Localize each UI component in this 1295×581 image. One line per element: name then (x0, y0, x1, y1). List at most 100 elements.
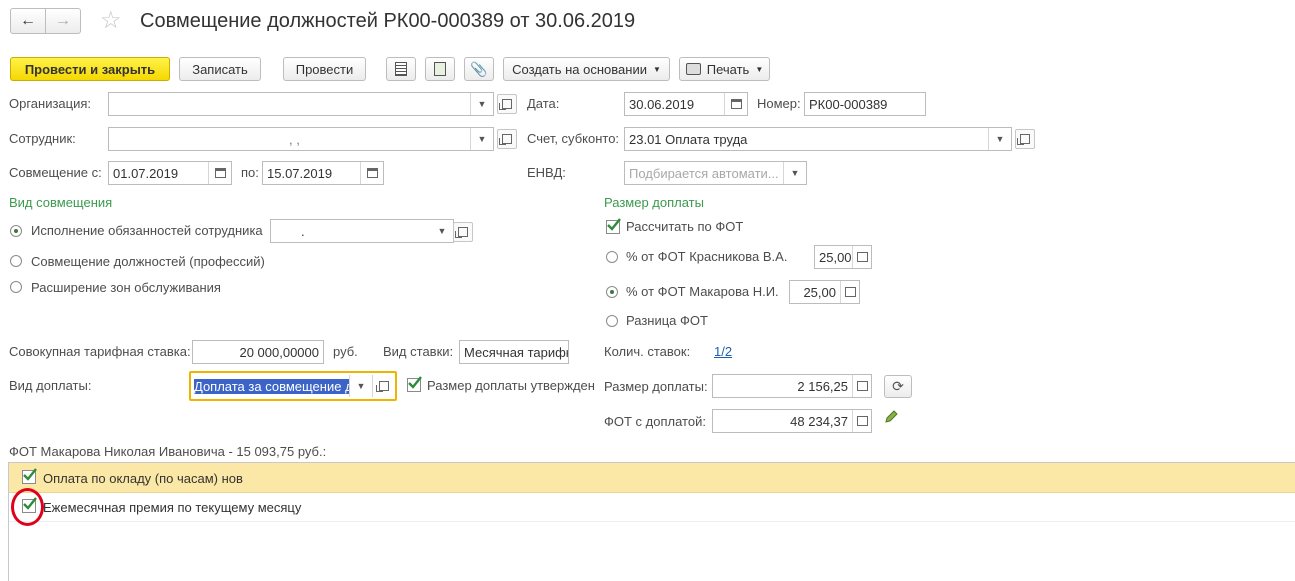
account-label: Счет, субконто: (527, 131, 620, 146)
number-label: Номер: (757, 96, 801, 111)
open-account-button[interactable] (1015, 129, 1035, 149)
pay-radio-1[interactable] (606, 286, 618, 298)
forward-button[interactable]: → (45, 8, 81, 34)
open-form-icon[interactable] (372, 375, 395, 397)
fot-with-field[interactable]: 48 234,37 (712, 409, 872, 433)
currency-label: руб. (333, 344, 358, 359)
row-label: Ежемесячная премия по текущему месяцу (43, 500, 302, 515)
surcharge-kind-selected-text: Доплата за совмещение д (194, 378, 349, 394)
dropdown-arrow-icon[interactable]: ▼ (431, 220, 453, 242)
calendar-icon[interactable] (208, 162, 231, 184)
calendar-icon[interactable] (360, 162, 383, 184)
calendar-icon[interactable] (724, 93, 747, 115)
count-link[interactable]: 1/2 (714, 344, 732, 360)
dropdown-arrow-icon[interactable]: ▼ (783, 162, 806, 184)
surcharge-kind-field[interactable]: Доплата за совмещение д ▼ (189, 371, 397, 401)
dropdown-arrow-icon[interactable]: ▼ (349, 375, 372, 397)
calculator-icon[interactable] (852, 375, 871, 397)
calculator-icon[interactable] (852, 246, 871, 268)
pay-radio-2[interactable] (606, 315, 618, 327)
total-rate-field[interactable]: 20 000,00000 (192, 340, 324, 364)
date-label: Дата: (527, 96, 560, 111)
document-structure-icon (434, 62, 446, 76)
printer-icon (685, 63, 701, 75)
kind-employee-field[interactable]: . ▼ (270, 219, 454, 243)
pay-option3-label: Разница ФОТ (626, 313, 708, 328)
approved-label: Размер доплаты утвержден (427, 378, 595, 393)
fot-list-table: Оплата по окладу (по часам) нов Ежемесяч… (8, 462, 1295, 581)
dropdown-arrow-icon[interactable]: ▼ (988, 128, 1011, 150)
rate-kind-field: Месячная тарифн (459, 340, 569, 364)
dropdown-arrow-icon[interactable]: ▼ (470, 128, 493, 150)
kind-radio-1[interactable] (10, 255, 22, 267)
post-button[interactable]: Провести (283, 57, 366, 81)
count-label: Колич. ставок: (604, 344, 691, 359)
fot-with-label: ФОТ с доплатой: (604, 414, 706, 429)
post-and-close-button[interactable]: Провести и закрыть (10, 57, 170, 81)
favorite-star-icon[interactable]: ☆ (100, 7, 122, 35)
surcharge-amount-label: Размер доплаты: (604, 379, 708, 394)
pay-option1-field[interactable]: 25,00 (814, 245, 872, 269)
employee-field[interactable]: , , ▼ (108, 127, 494, 151)
recalculate-button[interactable]: ⟳ (884, 375, 912, 398)
kind-radio-0[interactable] (10, 225, 22, 237)
print-button[interactable]: Печать ▼ (679, 57, 770, 81)
checkmark-icon (23, 468, 37, 481)
arrow-left-icon: ← (20, 12, 36, 29)
pay-option2-field[interactable]: 25,00 (789, 280, 860, 304)
account-field[interactable]: 23.01 Оплата труда ▼ (624, 127, 1012, 151)
calculator-icon[interactable] (840, 281, 859, 303)
row-label: Оплата по окладу (по часам) нов (43, 471, 243, 486)
refresh-icon: ⟳ (892, 378, 904, 394)
approved-checkbox[interactable] (407, 376, 422, 392)
organization-label: Организация: (9, 96, 92, 111)
calc-by-fot-label: Рассчитать по ФОТ (626, 219, 744, 234)
combine-from-label: Совмещение с: (9, 165, 102, 180)
back-button[interactable]: ← (10, 8, 46, 34)
calc-by-fot-checkbox[interactable] (606, 218, 621, 234)
open-form-icon (499, 134, 512, 145)
arrow-right-icon: → (55, 12, 71, 29)
annotation-circle (11, 488, 44, 526)
create-based-on-button[interactable]: Создать на основании ▼ (503, 57, 670, 81)
pay-option2-label: % от ФОТ Макарова Н.И. (626, 284, 779, 299)
date-field[interactable]: 30.06.2019 (624, 92, 748, 116)
kind-option-label: Совмещение должностей (профессий) (31, 254, 265, 269)
row-checkbox[interactable] (22, 468, 37, 484)
pay-radio-0[interactable] (606, 251, 618, 263)
calculator-icon[interactable] (852, 410, 871, 432)
dropdown-arrow-icon: ▼ (652, 64, 661, 74)
kind-option-label: Расширение зон обслуживания (31, 280, 221, 295)
combine-from-field[interactable]: 01.07.2019 (108, 161, 232, 185)
open-employee-button[interactable] (497, 129, 517, 149)
open-kind-employee-button[interactable] (453, 222, 473, 242)
total-rate-label: Совокупная тарифная ставка: (9, 344, 191, 359)
save-button[interactable]: Записать (179, 57, 261, 81)
pencil-edit-icon[interactable] (883, 409, 899, 428)
open-form-icon (1017, 134, 1030, 145)
surcharge-amount-field[interactable]: 2 156,25 (712, 374, 872, 398)
dropdown-arrow-icon[interactable]: ▼ (470, 93, 493, 115)
attach-button[interactable]: 📎 (464, 57, 494, 81)
number-field[interactable]: РК00-000389 (804, 92, 926, 116)
structure-button[interactable] (425, 57, 455, 81)
open-organization-button[interactable] (497, 94, 517, 114)
document-list-icon (395, 62, 407, 76)
envd-label: ЕНВД: (527, 165, 566, 180)
pay-section-title: Размер доплаты (604, 195, 704, 210)
table-row[interactable]: Ежемесячная премия по текущему месяцу (9, 492, 1295, 522)
kind-radio-2[interactable] (10, 281, 22, 293)
rate-kind-label: Вид ставки: (383, 344, 454, 359)
combine-to-label: по: (241, 165, 259, 180)
organization-field[interactable]: ▼ (108, 92, 494, 116)
checkmark-icon (408, 376, 422, 389)
combine-to-field[interactable]: 15.07.2019 (262, 161, 384, 185)
open-form-icon (499, 99, 512, 110)
fot-list-caption: ФОТ Макарова Николая Ивановича - 15 093,… (9, 444, 327, 459)
table-row[interactable]: Оплата по окладу (по часам) нов (9, 463, 1295, 493)
envd-field[interactable]: Подбирается автомати... ▼ (624, 161, 807, 185)
journal-button[interactable] (386, 57, 416, 81)
surcharge-kind-label: Вид доплаты: (9, 378, 92, 393)
open-form-icon (455, 227, 468, 238)
paperclip-icon: 📎 (470, 60, 488, 77)
